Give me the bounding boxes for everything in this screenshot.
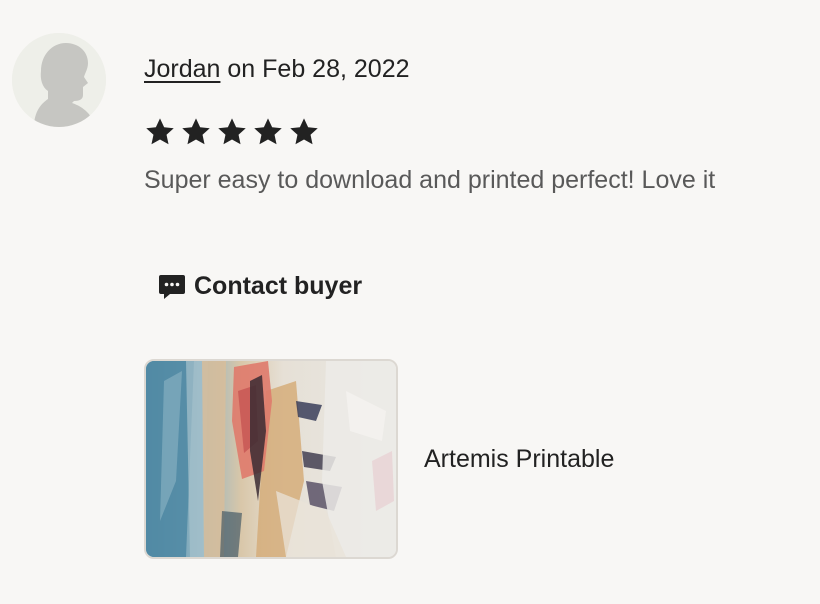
abstract-painting-image [146, 361, 396, 557]
contact-buyer-label: Contact buyer [194, 271, 363, 300]
listing-preview: Artemis Printable [144, 359, 614, 559]
star-icon [218, 118, 246, 145]
review-date: on Feb 28, 2022 [227, 55, 410, 83]
star-icon [182, 118, 210, 145]
listing-title[interactable]: Artemis Printable [424, 445, 614, 474]
avatar[interactable] [12, 33, 106, 127]
user-silhouette-icon [12, 33, 106, 127]
star-icon [290, 118, 318, 145]
listing-thumbnail[interactable] [144, 359, 398, 559]
star-rating [144, 116, 320, 148]
star-icon [254, 118, 282, 145]
review-text: Super easy to download and printed perfe… [144, 166, 716, 194]
message-dots-icon [158, 272, 186, 300]
contact-buyer-button[interactable]: Contact buyer [150, 262, 370, 310]
author-link[interactable]: Jordan [144, 55, 220, 83]
review-card: Jordan on Feb 28, 2022 Super easy to dow… [0, 0, 820, 604]
star-icon [146, 118, 174, 145]
review-meta: Jordan on Feb 28, 2022 [144, 52, 410, 86]
